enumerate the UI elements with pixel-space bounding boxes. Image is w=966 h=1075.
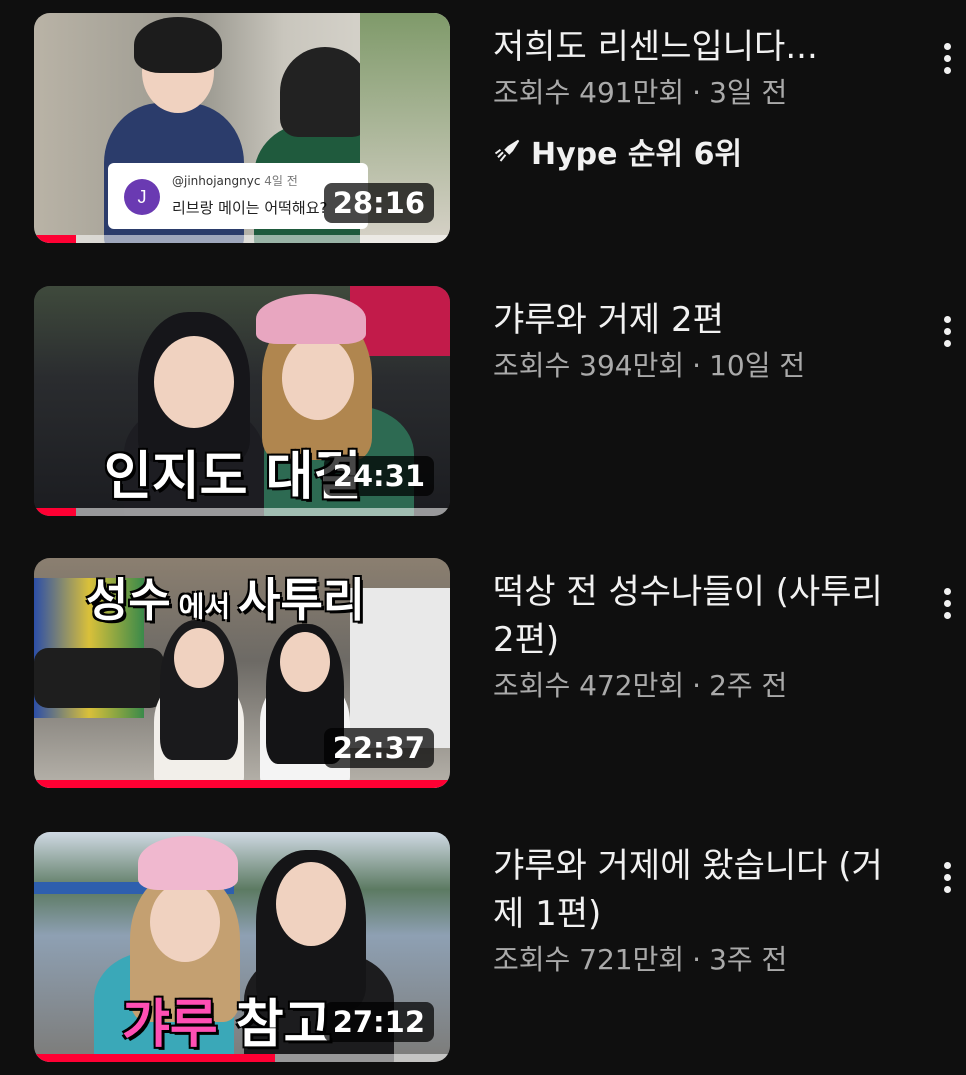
watch-progress-fill [34, 1054, 276, 1062]
watch-progress-bar [34, 235, 450, 243]
more-vert-icon[interactable] [932, 852, 962, 902]
watch-progress-bar [34, 780, 450, 788]
watch-progress-fill [34, 235, 76, 243]
watch-progress-bar [34, 508, 450, 516]
watch-progress-fill [34, 780, 450, 788]
comment-avatar: J [124, 179, 160, 215]
video-feed: J @jinhojangnyc 4일 전 리브랑 메이는 어떡해요? 28:16… [0, 0, 966, 1075]
video-meta: 조회수 491만회 · 3일 전 [493, 71, 903, 115]
duration-badge: 28:16 [323, 183, 434, 223]
video-info[interactable]: 떡상 전 성수나들이 (사투리2편) 조회수 472만회 · 2주 전 [493, 568, 903, 708]
upload-age: 3주 전 [709, 943, 788, 976]
watch-progress-fill [34, 508, 76, 516]
duration-badge: 24:31 [323, 456, 434, 496]
hype-rank-label: Hype 순위 6위 [531, 137, 743, 172]
comment-text: 리브랑 메이는 어떡해요? [172, 199, 328, 217]
more-vert-icon[interactable] [932, 578, 962, 628]
thumbnail-overlay-text: 갸루 참고 [122, 994, 332, 1055]
hype-badge[interactable]: Hype 순위 6위 [493, 129, 903, 173]
more-vert-icon[interactable] [932, 33, 962, 83]
video-meta: 조회수 472만회 · 2주 전 [493, 664, 903, 708]
video-info[interactable]: 갸루와 거제 2편 조회수 394만회 · 10일 전 [493, 296, 903, 388]
meta-separator: · [692, 349, 702, 382]
duration-badge: 22:37 [323, 728, 434, 768]
video-meta: 조회수 721만회 · 3주 전 [493, 938, 903, 982]
video-thumbnail[interactable]: 인지도 대결 24:31 [34, 286, 450, 516]
meta-separator: · [692, 76, 702, 109]
view-count: 조회수 472만회 [493, 669, 685, 702]
upload-age: 10일 전 [709, 349, 806, 382]
video-title[interactable]: 갸루와 거제에 왔습니다 (거제 1편) [493, 842, 903, 938]
video-info[interactable]: 저희도 리센느입니다... 조회수 491만회 · 3일 전 Hype 순위 6위 [493, 23, 903, 173]
view-count: 조회수 394만회 [493, 349, 685, 382]
video-thumbnail[interactable]: 성수 에서 사투리 22:37 [34, 558, 450, 788]
video-title[interactable]: 저희도 리센느입니다... [493, 23, 903, 71]
video-thumbnail[interactable]: 갸루 참고 27:12 [34, 832, 450, 1062]
video-title[interactable]: 갸루와 거제 2편 [493, 296, 903, 344]
duration-badge: 27:12 [323, 1002, 434, 1042]
video-item[interactable]: 갸루 참고 27:12 갸루와 거제에 왔습니다 (거제 1편) 조회수 721… [0, 832, 966, 1072]
video-meta: 조회수 394만회 · 10일 전 [493, 344, 903, 388]
video-item[interactable]: J @jinhojangnyc 4일 전 리브랑 메이는 어떡해요? 28:16… [0, 13, 966, 253]
view-count: 조회수 721만회 [493, 943, 685, 976]
meta-separator: · [692, 669, 702, 702]
upload-age: 3일 전 [709, 76, 788, 109]
upload-age: 2주 전 [709, 669, 788, 702]
thumbnail-overlay-text: 성수 에서 사투리 [86, 573, 366, 627]
watch-progress-bar [34, 1054, 450, 1062]
video-info[interactable]: 갸루와 거제에 왔습니다 (거제 1편) 조회수 721만회 · 3주 전 [493, 842, 903, 982]
comment-handle: @jinhojangnyc 4일 전 [172, 174, 298, 188]
view-count: 조회수 491만회 [493, 76, 685, 109]
video-item[interactable]: 인지도 대결 24:31 갸루와 거제 2편 조회수 394만회 · 10일 전 [0, 286, 966, 526]
more-vert-icon[interactable] [932, 306, 962, 356]
video-thumbnail[interactable]: J @jinhojangnyc 4일 전 리브랑 메이는 어떡해요? 28:16 [34, 13, 450, 243]
video-item[interactable]: 성수 에서 사투리 22:37 떡상 전 성수나들이 (사투리2편) 조회수 472… [0, 558, 966, 798]
thumbnail-overlay-text: 인지도 대결 [104, 446, 362, 507]
meta-separator: · [692, 943, 702, 976]
video-title[interactable]: 떡상 전 성수나들이 (사투리2편) [493, 568, 903, 664]
hype-rocket-icon [494, 139, 520, 162]
